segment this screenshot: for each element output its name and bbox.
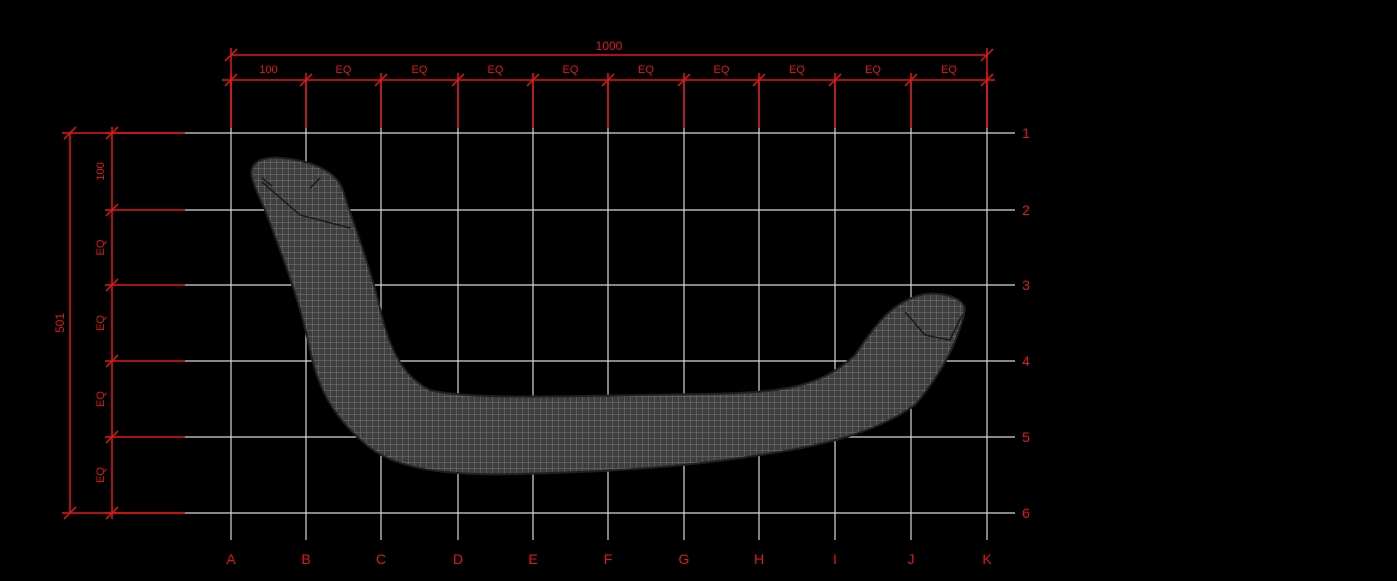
width-segment-label: EQ [488, 64, 504, 76]
width-segment-label: EQ [865, 64, 881, 76]
grid-column-label: K [982, 551, 992, 567]
grid-column-label: C [376, 551, 386, 567]
grid-row-label: 4 [1022, 353, 1030, 369]
grid-row-label: 1 [1022, 125, 1030, 141]
width-segment-label: EQ [563, 64, 579, 76]
grid-row-label: 2 [1022, 202, 1030, 218]
grid-column-label: H [754, 551, 764, 567]
width-segment-label: EQ [336, 64, 352, 76]
grid-row-label: 5 [1022, 429, 1030, 445]
grid-column-label: G [679, 551, 690, 567]
height-segment-label: EQ [95, 391, 107, 407]
height-segment-label: EQ [95, 467, 107, 483]
height-segment-label: EQ [95, 239, 107, 255]
height-segment-label: 100 [95, 162, 107, 180]
cad-drawing: 1000 501 100 EQ EQ EQ EQ EQ EQ EQ EQ EQ 100 EQ EQ EQ E… [53, 39, 1030, 567]
grid-column-label: E [528, 551, 537, 567]
width-segment-label: 100 [259, 64, 277, 76]
grid-row-label: 3 [1022, 277, 1030, 293]
grid-column-label: J [908, 551, 915, 567]
height-segment-label: EQ [95, 315, 107, 331]
grid-column-label: A [226, 551, 236, 567]
drawing-labels: 1000 501 100 EQ EQ EQ EQ EQ EQ EQ EQ EQ 100 EQ EQ EQ E… [53, 39, 1030, 567]
width-segment-label: EQ [789, 64, 805, 76]
overall-height-dimension: 501 [53, 313, 67, 333]
width-segment-label: EQ [638, 64, 654, 76]
grid-row-label: 6 [1022, 505, 1030, 521]
overall-width-dimension: 1000 [596, 39, 623, 53]
grid-column-label: D [453, 551, 463, 567]
grid-column-label: I [833, 551, 837, 567]
width-segment-label: EQ [412, 64, 428, 76]
grid-column-label: B [301, 551, 310, 567]
width-segment-label: EQ [941, 64, 957, 76]
grid-column-label: F [604, 551, 613, 567]
width-segment-label: EQ [714, 64, 730, 76]
